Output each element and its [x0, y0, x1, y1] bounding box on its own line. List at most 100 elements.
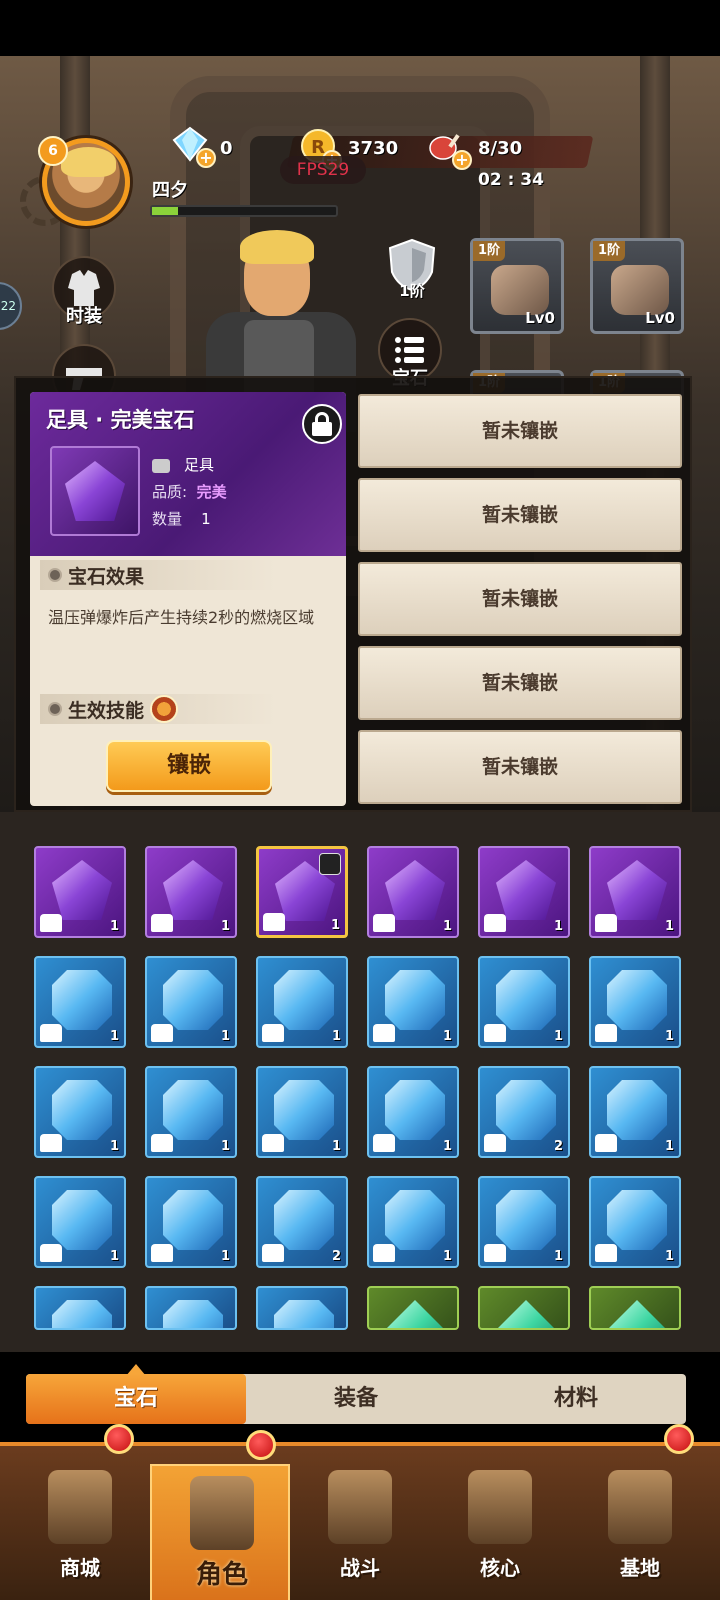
socket-slot-4[interactable]: 暂未镶嵌	[358, 646, 682, 720]
lock-toggle-button[interactable]	[302, 404, 342, 444]
tab-gems[interactable]: 宝石	[26, 1374, 246, 1424]
nav-label: 战斗	[340, 1556, 380, 1580]
gem-count: 1	[331, 1139, 341, 1154]
helmet-icon	[491, 265, 549, 315]
pants-icon	[484, 1244, 506, 1262]
diamond-count: 0	[220, 138, 233, 159]
boot-icon	[40, 914, 62, 932]
gem-meta: 足具 品质: 完美 数量 1	[152, 452, 227, 533]
add-stamina-button[interactable]: +	[452, 150, 472, 170]
inlay-button[interactable]: 镶嵌	[106, 740, 272, 792]
blue-gem-icon	[607, 970, 667, 1030]
nav-label: 核心	[480, 1556, 520, 1580]
gem-cell[interactable]: 1	[34, 1066, 126, 1158]
socket-slot-1[interactable]: 暂未镶嵌	[358, 394, 682, 468]
gem-cell[interactable]: 1	[478, 846, 570, 938]
tab-materials[interactable]: 材料	[466, 1374, 686, 1424]
blue-gem-icon	[274, 1080, 334, 1140]
socket-slot-3[interactable]: 暂未镶嵌	[358, 562, 682, 636]
gem-cell[interactable]	[256, 1286, 348, 1330]
gem-cell[interactable]: 1	[589, 1176, 681, 1268]
gem-cell[interactable]: 1	[589, 956, 681, 1048]
nav-item[interactable]: 商城	[10, 1424, 150, 1600]
boot-icon	[152, 458, 170, 473]
gem-cell[interactable]: 1	[34, 956, 126, 1048]
glove-icon	[484, 914, 506, 932]
purple-gem-icon	[496, 860, 556, 920]
gem-cell[interactable]: 2	[256, 1176, 348, 1268]
shop-building-icon	[48, 1470, 112, 1544]
gem-cell[interactable]: 1	[34, 1176, 126, 1268]
gem-count: 2	[553, 1139, 563, 1154]
gem-count: 1	[109, 1139, 119, 1154]
gem-cell[interactable]: 1	[367, 1176, 459, 1268]
base-tower-icon	[608, 1470, 672, 1544]
armor-icon	[373, 1024, 395, 1042]
pants-icon	[151, 1244, 173, 1262]
blue-gem-icon	[52, 970, 112, 1030]
boot-icon	[151, 914, 173, 932]
gem-count: 1	[220, 1249, 230, 1264]
equip-slot-gauntlet[interactable]: 1阶 Lv0	[590, 238, 684, 334]
armor-icon	[595, 1024, 617, 1042]
add-diamonds-button[interactable]: +	[196, 148, 216, 168]
incendiary-skill-icon[interactable]	[150, 695, 179, 723]
gem-cell[interactable]	[478, 1286, 570, 1330]
glove-icon	[595, 1244, 617, 1262]
gem-count: 1	[442, 1029, 452, 1044]
gem-cell[interactable]: 2	[478, 1066, 570, 1158]
fps-counter: FPS29	[280, 156, 366, 184]
gem-cell[interactable]: 1	[145, 846, 237, 938]
gem-count: 1	[442, 919, 452, 934]
gem-cell[interactable]	[367, 1286, 459, 1330]
gem-count: 1	[442, 1249, 452, 1264]
gem-cell[interactable]	[145, 1286, 237, 1330]
glove-icon	[595, 914, 617, 932]
nav-item[interactable]: 角色	[150, 1430, 290, 1600]
quality-value: 完美	[196, 483, 227, 501]
blue-gem-icon	[163, 970, 223, 1030]
gem-cell[interactable]: 1	[256, 846, 348, 938]
gem-cell[interactable]: 1	[34, 846, 126, 938]
player-level-badge: 6	[38, 136, 68, 166]
quantity-label: 数量	[152, 510, 183, 528]
gem-cell[interactable]: 1	[256, 956, 348, 1048]
nav-item[interactable]: 战斗	[290, 1460, 430, 1600]
gem-cell[interactable]: 1	[478, 956, 570, 1048]
gem-cell[interactable]: 1	[145, 1066, 237, 1158]
gem-cell[interactable]: 1	[367, 846, 459, 938]
equip-slot-helmet[interactable]: 1阶 Lv0	[470, 238, 564, 334]
gem-info-panel: 足具 · 完美宝石 足具 品质: 完美 数量 1 宝石效果 温压弹爆炸后产生持续…	[30, 392, 346, 806]
gem-cell[interactable]: 1	[256, 1066, 348, 1158]
purple-gem-icon	[607, 860, 667, 920]
gem-cell[interactable]: 1	[478, 1176, 570, 1268]
nav-item[interactable]: 核心	[430, 1460, 570, 1600]
xp-bar-fill	[152, 207, 178, 215]
gem-count: 1	[109, 1249, 119, 1264]
blue-gem-icon	[385, 1080, 445, 1140]
gem-cell[interactable]: 1	[145, 956, 237, 1048]
socket-slot-5[interactable]: 暂未镶嵌	[358, 730, 682, 804]
nav-item[interactable]: 基地	[570, 1424, 710, 1600]
gauntlet-icon	[611, 265, 669, 315]
gem-cell[interactable]	[589, 1286, 681, 1330]
gem-count: 1	[553, 1029, 563, 1044]
gem-cell[interactable]: 1	[145, 1176, 237, 1268]
gem-count: 1	[664, 1029, 674, 1044]
gem-count: 1	[330, 918, 340, 933]
gem-cell[interactable]: 1	[589, 1066, 681, 1158]
gem-cell[interactable]	[34, 1286, 126, 1330]
gem-count: 1	[664, 1249, 674, 1264]
green-gem-icon	[385, 1300, 445, 1328]
effect-section-header: 宝石效果	[40, 560, 336, 590]
gem-cell[interactable]: 1	[367, 1066, 459, 1158]
gem-cell[interactable]: 1	[367, 956, 459, 1048]
notification-badge-icon	[664, 1424, 694, 1454]
stamina-timer: 02 : 34	[478, 170, 544, 190]
socket-slot-2[interactable]: 暂未镶嵌	[358, 478, 682, 552]
gem-cell[interactable]: 1	[589, 846, 681, 938]
gem-count: 1	[220, 919, 230, 934]
tab-equipment[interactable]: 装备	[246, 1374, 466, 1424]
blue-gem-icon	[496, 1080, 556, 1140]
nav-label: 角色	[195, 1560, 248, 1590]
